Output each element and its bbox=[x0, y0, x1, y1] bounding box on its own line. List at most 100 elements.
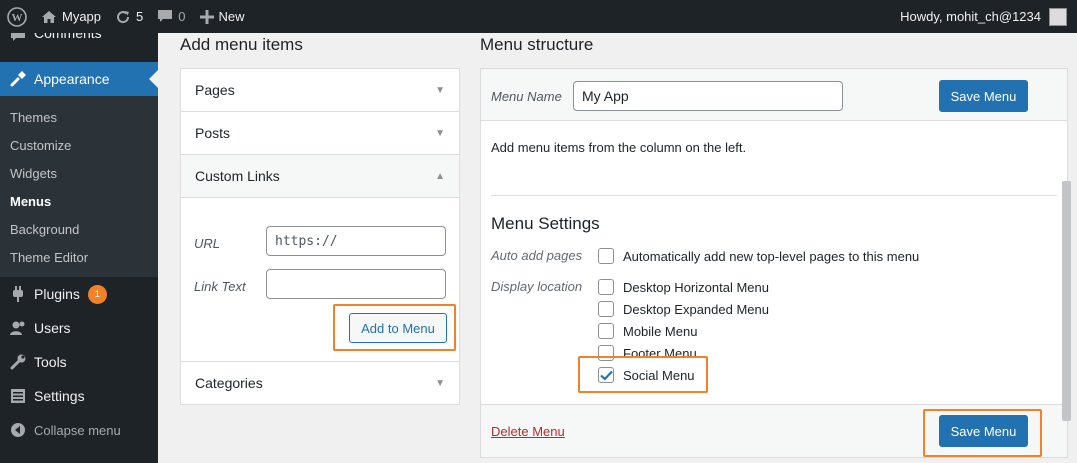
submenu-item-widgets[interactable]: Widgets bbox=[0, 159, 158, 187]
plug-icon bbox=[8, 284, 28, 304]
comment-icon bbox=[157, 9, 173, 24]
checkmark-icon bbox=[599, 370, 613, 381]
accordion-label: Categories bbox=[195, 375, 263, 391]
new-content-link[interactable]: New bbox=[193, 0, 252, 33]
checkbox-checked[interactable] bbox=[598, 367, 614, 383]
menu-footer-bar: Delete Menu Save Menu bbox=[481, 404, 1067, 457]
submenu-item-customize[interactable]: Customize bbox=[0, 131, 158, 159]
refresh-icon bbox=[115, 9, 131, 25]
avatar bbox=[1049, 7, 1067, 26]
submenu-item-theme-editor[interactable]: Theme Editor bbox=[0, 243, 158, 271]
location-label: Desktop Horizontal Menu bbox=[623, 279, 769, 295]
sidebar-item-appearance[interactable]: Appearance bbox=[0, 62, 158, 96]
add-to-menu-button[interactable]: Add to Menu bbox=[349, 313, 447, 343]
display-location-label: Display location bbox=[491, 279, 583, 294]
auto-add-pages-text: Automatically add new top-level pages to… bbox=[623, 248, 920, 264]
users-icon bbox=[8, 318, 28, 338]
location-desktop-expanded[interactable]: Desktop Expanded Menu bbox=[598, 301, 769, 317]
save-menu-button-top[interactable]: Save Menu bbox=[939, 80, 1028, 112]
custom-links-panel: URL https:// Link Text Add to Menu bbox=[181, 198, 459, 362]
save-menu-button-bottom[interactable]: Save Menu bbox=[939, 415, 1028, 447]
sidebar-item-label: Settings bbox=[34, 388, 85, 404]
caret-down-icon: ▼ bbox=[435, 127, 445, 139]
sidebar-item-label: Appearance bbox=[34, 71, 110, 87]
new-label: New bbox=[218, 9, 245, 24]
caret-up-icon: ▲ bbox=[435, 170, 445, 182]
sidebar-item-comments[interactable]: Comments bbox=[0, 33, 158, 43]
scrollbar[interactable] bbox=[1062, 181, 1071, 421]
howdy-text: Howdy, mohit_ch@1234 bbox=[900, 9, 1041, 24]
accordion-label: Posts bbox=[195, 125, 231, 141]
checkbox[interactable] bbox=[598, 301, 614, 317]
accordion-label: Custom Links bbox=[195, 168, 280, 184]
location-footer[interactable]: Footer Menu bbox=[598, 345, 697, 361]
paintbrush-icon bbox=[8, 69, 28, 89]
sidebar-item-label: Comments bbox=[34, 33, 102, 41]
sidebar-item-settings[interactable]: Settings bbox=[0, 379, 158, 413]
main-content: Add menu items Menu structure Pages ▼ Po… bbox=[158, 33, 1077, 463]
submenu-item-background[interactable]: Background bbox=[0, 215, 158, 243]
checkbox[interactable] bbox=[598, 279, 614, 295]
sidebar-item-label: Plugins bbox=[34, 286, 80, 302]
sidebar-item-label: Tools bbox=[34, 354, 67, 370]
menu-name-input[interactable]: My App bbox=[573, 81, 843, 111]
location-mobile[interactable]: Mobile Menu bbox=[598, 323, 697, 339]
accordion-custom-links[interactable]: Custom Links ▲ bbox=[181, 155, 459, 198]
collapse-label: Collapse menu bbox=[34, 422, 121, 438]
checkbox[interactable] bbox=[598, 248, 614, 264]
admin-sidebar: Comments Appearance Themes Customize Wid… bbox=[0, 33, 158, 463]
sidebar-item-tools[interactable]: Tools bbox=[0, 345, 158, 379]
accordion-label: Pages bbox=[195, 82, 235, 98]
location-label: Mobile Menu bbox=[623, 323, 698, 339]
settings-sliders-icon bbox=[8, 386, 28, 406]
comments-count: 0 bbox=[178, 9, 186, 24]
accordion-pages[interactable]: Pages ▼ bbox=[181, 69, 459, 112]
wordpress-logo-button[interactable]: W bbox=[0, 0, 34, 33]
wrench-icon bbox=[8, 352, 28, 372]
checkbox[interactable] bbox=[598, 323, 614, 339]
plus-icon bbox=[199, 9, 214, 24]
svg-text:W: W bbox=[12, 12, 23, 24]
location-social[interactable]: Social Menu bbox=[598, 367, 695, 383]
location-label: Footer Menu bbox=[623, 345, 697, 361]
delete-menu-link[interactable]: Delete Menu bbox=[491, 424, 565, 439]
add-menu-items-title: Add menu items bbox=[180, 35, 303, 54]
checkbox[interactable] bbox=[598, 345, 614, 361]
menu-structure-panel: Menu Name My App Save Menu Add menu item… bbox=[480, 68, 1068, 458]
caret-down-icon: ▼ bbox=[435, 377, 445, 389]
accordion-posts[interactable]: Posts ▼ bbox=[181, 112, 459, 155]
appearance-submenu: Themes Customize Widgets Menus Backgroun… bbox=[0, 96, 158, 277]
updates-count: 5 bbox=[136, 9, 144, 24]
sidebar-item-users[interactable]: Users bbox=[0, 311, 158, 345]
admin-bar: W Myapp 5 0 New Howdy, mohit_ch@1234 bbox=[0, 0, 1077, 33]
sidebar-item-label: Users bbox=[34, 320, 71, 336]
updates-link[interactable]: 5 bbox=[108, 0, 150, 33]
sidebar-item-plugins[interactable]: Plugins 1 bbox=[0, 277, 158, 311]
site-name-link[interactable]: Myapp bbox=[34, 0, 108, 33]
add-menu-items-accordion: Pages ▼ Posts ▼ Custom Links ▲ URL https… bbox=[180, 68, 460, 405]
menu-settings-title: Menu Settings bbox=[491, 214, 600, 233]
accordion-categories[interactable]: Categories ▼ bbox=[181, 362, 459, 405]
home-icon bbox=[41, 10, 57, 24]
location-label: Desktop Expanded Menu bbox=[623, 301, 769, 317]
auto-add-pages-checkbox[interactable]: Automatically add new top-level pages to… bbox=[598, 248, 919, 264]
auto-add-pages-label: Auto add pages bbox=[491, 248, 583, 263]
menu-instructions: Add menu items from the column on the le… bbox=[491, 140, 747, 155]
menu-name-label: Menu Name bbox=[491, 89, 562, 104]
location-desktop-horizontal[interactable]: Desktop Horizontal Menu bbox=[598, 279, 769, 295]
caret-down-icon: ▼ bbox=[435, 84, 445, 96]
collapse-icon bbox=[8, 420, 28, 440]
link-text-input[interactable] bbox=[266, 269, 446, 299]
url-input[interactable]: https:// bbox=[266, 226, 446, 256]
location-label: Social Menu bbox=[623, 367, 695, 383]
submenu-item-menus[interactable]: Menus bbox=[0, 187, 158, 215]
wordpress-icon: W bbox=[7, 6, 27, 27]
site-name: Myapp bbox=[62, 9, 102, 24]
account-menu[interactable]: Howdy, mohit_ch@1234 bbox=[900, 7, 1077, 26]
plugins-update-badge: 1 bbox=[87, 284, 107, 304]
menu-structure-title: Menu structure bbox=[480, 35, 594, 54]
collapse-menu-button[interactable]: Collapse menu bbox=[0, 413, 158, 447]
divider bbox=[491, 195, 1057, 196]
submenu-item-themes[interactable]: Themes bbox=[0, 103, 158, 131]
comments-link[interactable]: 0 bbox=[150, 0, 192, 33]
